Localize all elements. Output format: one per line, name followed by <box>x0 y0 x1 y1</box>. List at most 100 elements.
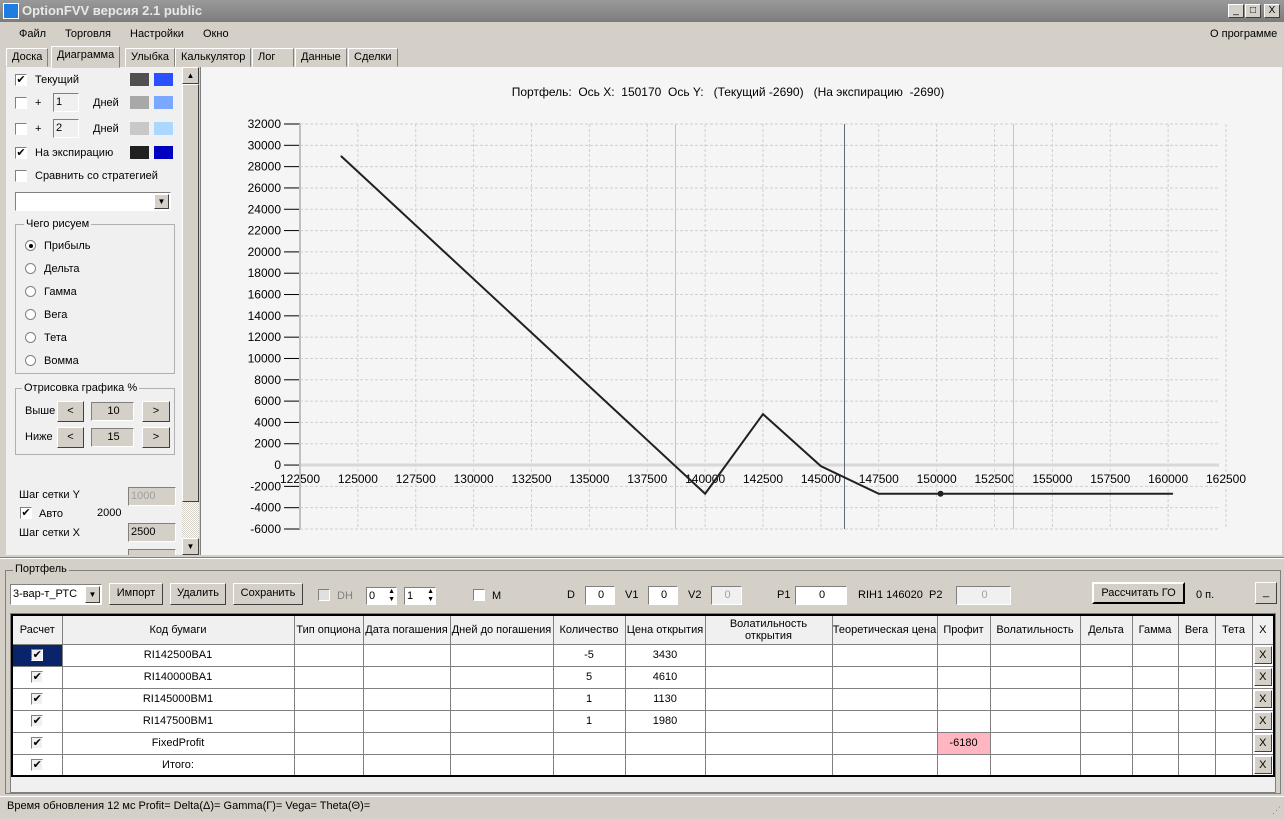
calc-cell[interactable]: ✔ <box>11 687 63 711</box>
calc-checkbox[interactable]: ✔ <box>31 715 44 727</box>
qty-cell[interactable]: 1 <box>552 709 626 733</box>
plus2-color-swatch[interactable] <box>130 122 149 135</box>
delete-row-cell[interactable]: X <box>1251 731 1275 755</box>
empty-cell[interactable] <box>293 753 364 777</box>
partial-input[interactable] <box>128 549 176 555</box>
empty-cell[interactable] <box>1079 753 1133 777</box>
collapse-button[interactable]: _ <box>1255 582 1277 604</box>
empty-cell[interactable] <box>831 687 938 711</box>
empty-cell[interactable] <box>1131 643 1179 667</box>
empty-cell[interactable] <box>989 643 1081 667</box>
tab-board[interactable]: Доска <box>6 48 49 67</box>
spin2-input[interactable]: 1 ▲ ▼ <box>404 587 436 605</box>
calc-checkbox[interactable]: ✔ <box>31 737 44 749</box>
tab-diagram[interactable]: Диаграмма <box>51 46 121 68</box>
save-button[interactable]: Сохранить <box>233 583 303 605</box>
profit-cell[interactable] <box>936 665 991 689</box>
calc-cell[interactable]: ✔ <box>11 709 63 733</box>
dh-checkbox[interactable] <box>318 589 330 601</box>
current-checkbox[interactable]: ✔ <box>15 74 27 86</box>
scrollbar-thumb[interactable] <box>182 84 199 502</box>
import-button[interactable]: Импорт <box>109 583 163 605</box>
spin-arrows-icon[interactable]: ▲ ▼ <box>388 588 395 604</box>
resize-grip-icon[interactable]: ⋰ <box>1272 805 1281 816</box>
delete-row-button[interactable]: X <box>1253 690 1272 708</box>
d-input[interactable]: 0 <box>585 586 615 605</box>
empty-cell[interactable] <box>362 643 451 667</box>
calc-cell[interactable]: ✔ <box>11 731 63 755</box>
delete-row-button[interactable]: X <box>1253 755 1272 774</box>
empty-cell[interactable] <box>831 709 938 733</box>
code-cell[interactable]: RI147500BM1 <box>61 709 295 733</box>
plus2-days-input[interactable]: 2 <box>53 119 79 138</box>
spin1-input[interactable]: 0 ▲ ▼ <box>366 587 397 605</box>
tab-smile[interactable]: Улыбка <box>125 48 176 67</box>
column-header[interactable]: Дельта <box>1079 614 1133 645</box>
above-increase-button[interactable]: > <box>142 401 170 422</box>
strategy-select[interactable]: 3-вар-т_РТС ▼ <box>10 584 102 605</box>
delete-row-cell[interactable]: X <box>1251 665 1275 689</box>
profit-cell[interactable] <box>936 643 991 667</box>
current-color2-swatch[interactable] <box>154 73 173 86</box>
below-increase-button[interactable]: > <box>142 427 170 448</box>
qty-cell[interactable] <box>552 731 626 755</box>
table-row[interactable]: ✔ RI140000BA1 5 4610 X <box>11 665 1275 689</box>
strategy-compare-select[interactable]: ▼ <box>15 192 171 211</box>
column-header[interactable]: Тета <box>1214 614 1253 645</box>
expiry-color-swatch[interactable] <box>130 146 149 159</box>
delete-row-button[interactable]: X <box>1253 646 1272 664</box>
empty-cell[interactable] <box>1131 665 1179 689</box>
plus1-days-input[interactable]: 1 <box>53 93 79 112</box>
expiry-checkbox[interactable]: ✔ <box>15 147 27 159</box>
empty-cell[interactable] <box>831 753 938 777</box>
empty-cell[interactable] <box>1079 687 1133 711</box>
column-header[interactable]: Цена открытия <box>624 614 706 645</box>
empty-cell[interactable] <box>1177 643 1216 667</box>
chevron-down-icon[interactable]: ▼ <box>154 194 169 209</box>
empty-cell[interactable] <box>704 709 833 733</box>
empty-cell[interactable] <box>989 709 1081 733</box>
empty-cell[interactable] <box>449 731 554 755</box>
empty-cell[interactable] <box>449 665 554 689</box>
plus1-color2-swatch[interactable] <box>154 96 173 109</box>
empty-cell[interactable] <box>1214 709 1253 733</box>
empty-cell[interactable] <box>1177 709 1216 733</box>
empty-cell[interactable] <box>362 687 451 711</box>
empty-cell[interactable] <box>1177 731 1216 755</box>
draw-option-radio[interactable] <box>25 263 36 274</box>
delete-row-cell[interactable]: X <box>1251 753 1275 777</box>
empty-cell[interactable] <box>989 687 1081 711</box>
close-button[interactable]: X <box>1264 4 1280 18</box>
payoff-chart[interactable]: 3200030000280002600024000220002000018000… <box>201 67 1283 555</box>
delete-row-button[interactable]: X <box>1253 712 1272 730</box>
price-cell[interactable] <box>624 753 706 777</box>
column-header[interactable]: Дней до погашения <box>449 614 554 645</box>
calc-cell[interactable]: ✔ <box>11 753 63 777</box>
empty-cell[interactable] <box>831 731 938 755</box>
qty-cell[interactable] <box>552 753 626 777</box>
delete-row-button[interactable]: X <box>1253 668 1272 686</box>
above-decrease-button[interactable]: < <box>57 401 84 422</box>
chart-area[interactable]: Портфель: Ось X: 150170 Ось Y: (Текущий … <box>200 67 1282 555</box>
menu-trading[interactable]: Торговля <box>65 22 111 46</box>
empty-cell[interactable] <box>1079 709 1133 733</box>
empty-cell[interactable] <box>989 731 1081 755</box>
splitter[interactable] <box>0 557 1284 559</box>
empty-cell[interactable] <box>449 753 554 777</box>
empty-cell[interactable] <box>989 753 1081 777</box>
scroll-up-icon[interactable]: ▲ <box>182 67 199 84</box>
profit-cell[interactable] <box>936 687 991 711</box>
profit-cell[interactable]: -6180 <box>936 731 991 755</box>
code-cell[interactable]: RI142500BA1 <box>61 643 295 667</box>
empty-cell[interactable] <box>1131 731 1179 755</box>
column-header[interactable]: X <box>1251 614 1275 645</box>
column-header[interactable]: Вега <box>1177 614 1216 645</box>
price-cell[interactable]: 3430 <box>624 643 706 667</box>
column-header[interactable]: Расчет <box>11 614 63 645</box>
draw-option-radio[interactable] <box>25 286 36 297</box>
delete-row-cell[interactable]: X <box>1251 687 1275 711</box>
compare-checkbox[interactable] <box>15 170 27 182</box>
tab-data[interactable]: Данные <box>295 48 347 67</box>
menu-settings[interactable]: Настройки <box>130 22 184 46</box>
empty-cell[interactable] <box>704 753 833 777</box>
